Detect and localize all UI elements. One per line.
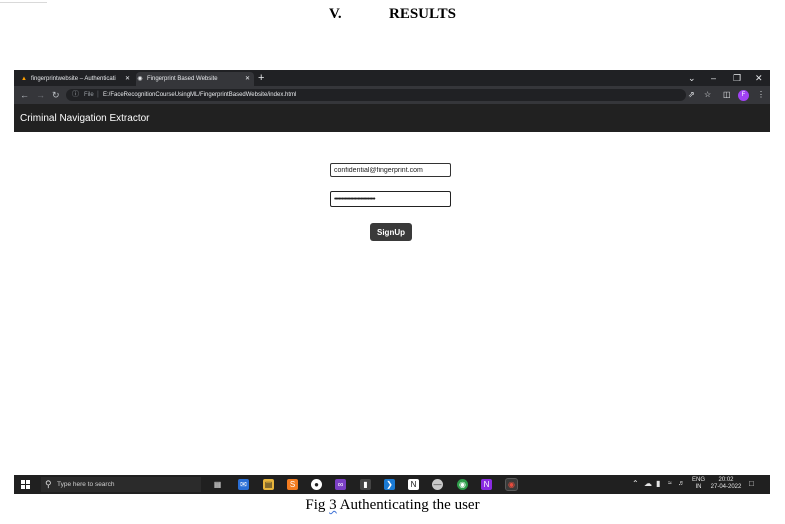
language-indicator[interactable]: ENG IN [692, 477, 705, 491]
wifi-icon[interactable]: ≈ [668, 480, 672, 487]
chrome-profile-icon[interactable]: ◉ [505, 478, 518, 491]
tray-chevron-icon[interactable]: ⌃ [632, 480, 639, 488]
signup-button[interactable]: SignUp [370, 223, 412, 241]
site-info-icon[interactable]: ⓘ [72, 89, 79, 101]
globe-icon: ◉ [137, 76, 143, 82]
bookmark-star-icon[interactable]: ☆ [704, 89, 711, 101]
app-header: Criminal Navigation Extractor [14, 104, 770, 132]
onenote-icon[interactable]: N [481, 479, 492, 490]
url-text[interactable]: E:/FaceRecognitionCourseUsingML/Fingerpr… [103, 89, 296, 101]
share-icon[interactable]: ⇗ [688, 89, 695, 101]
visual-studio-icon[interactable]: ∞ [335, 479, 346, 490]
clock[interactable]: 20:02 27-04-2022 [709, 477, 743, 491]
address-bar[interactable]: ⓘ File | E:/FaceRecognitionCourseUsingML… [66, 89, 686, 101]
restore-icon[interactable]: ❐ [733, 71, 741, 85]
task-view-icon[interactable]: ▦ [212, 479, 223, 490]
clock-date: 27-04-2022 [710, 484, 742, 490]
profile-avatar[interactable]: F [738, 90, 749, 101]
file-scheme-label: File [84, 92, 94, 98]
reload-icon[interactable]: ↻ [52, 89, 60, 101]
app-title: Criminal Navigation Extractor [20, 113, 150, 124]
sublime-text-icon[interactable]: S [287, 479, 298, 490]
windows-taskbar: ⚲ Type here to search ▦ ✉ ▤ S ● ∞ ▮ ❯ N … [14, 475, 770, 494]
back-icon[interactable]: ← [20, 89, 29, 101]
language-region: IN [695, 484, 702, 490]
tab-strip: ▲ fingerprintwebsite – Authenticati ✕ ◉ Fin… [14, 70, 770, 86]
new-tab-button[interactable]: + [258, 71, 264, 85]
forward-icon[interactable]: → [36, 89, 45, 101]
page-corner-rule [0, 0, 47, 3]
cloud-icon[interactable]: ☁ [644, 480, 652, 488]
search-icon: ⚲ [45, 479, 52, 489]
terminal-icon[interactable]: ▮ [360, 479, 371, 490]
close-tab-icon[interactable]: ✕ [245, 72, 250, 86]
menu-kebab-icon[interactable]: ⋮ [757, 89, 765, 101]
file-explorer-icon[interactable]: ▤ [263, 479, 274, 490]
vscode-icon[interactable]: ❯ [384, 479, 395, 490]
tab-label: fingerprintwebsite – Authenticati [31, 76, 116, 82]
pill-app-icon[interactable]: — [432, 479, 443, 490]
volume-icon[interactable]: ♬ [678, 480, 685, 487]
notification-icon[interactable]: □ [749, 480, 754, 488]
clock-time: 20:02 [718, 477, 734, 483]
toolbar: ← → ↻ ⓘ File | E:/FaceRecognitionCourseU… [14, 86, 770, 104]
tab-label: Fingerprint Based Website [147, 76, 218, 82]
browser-window: ▲ fingerprintwebsite – Authenticati ✕ ◉ Fin… [14, 70, 770, 494]
windows-start-icon[interactable] [21, 480, 30, 489]
chrome-icon[interactable]: ◉ [457, 479, 468, 490]
notion-icon[interactable]: N [408, 479, 419, 490]
taskbar-search-placeholder: Type here to search [57, 481, 115, 488]
address-separator: | [97, 91, 99, 98]
section-title: RESULTS [389, 6, 456, 22]
section-heading: V. RESULTS [0, 6, 785, 23]
password-field[interactable] [330, 191, 451, 207]
section-number: V. [329, 6, 342, 22]
caption-text: Authenticating the user [339, 497, 480, 513]
obs-icon[interactable]: ● [311, 479, 322, 490]
close-window-icon[interactable]: ✕ [755, 71, 763, 85]
caption-prefix: Fig [305, 497, 326, 513]
firebase-icon: ▲ [21, 76, 27, 82]
figure-caption: Fig 3 Authenticating the user [0, 497, 785, 514]
caption-number: 3 [329, 497, 337, 513]
language-code: ENG [692, 477, 706, 483]
tab-firebase[interactable]: ▲ fingerprintwebsite – Authenticati ✕ [20, 72, 134, 86]
close-tab-icon[interactable]: ✕ [125, 72, 130, 86]
taskbar-search[interactable]: ⚲ Type here to search [41, 477, 201, 492]
email-field[interactable] [330, 163, 451, 177]
side-panel-icon[interactable]: ◫ [723, 89, 731, 101]
tab-search-icon[interactable]: ⌄ [688, 71, 696, 85]
battery-icon[interactable]: ▮ [656, 480, 660, 488]
minimize-icon[interactable]: – [711, 71, 716, 85]
tab-fingerprint-website[interactable]: ◉ Fingerprint Based Website ✕ [136, 72, 254, 86]
mail-icon[interactable]: ✉ [238, 479, 249, 490]
